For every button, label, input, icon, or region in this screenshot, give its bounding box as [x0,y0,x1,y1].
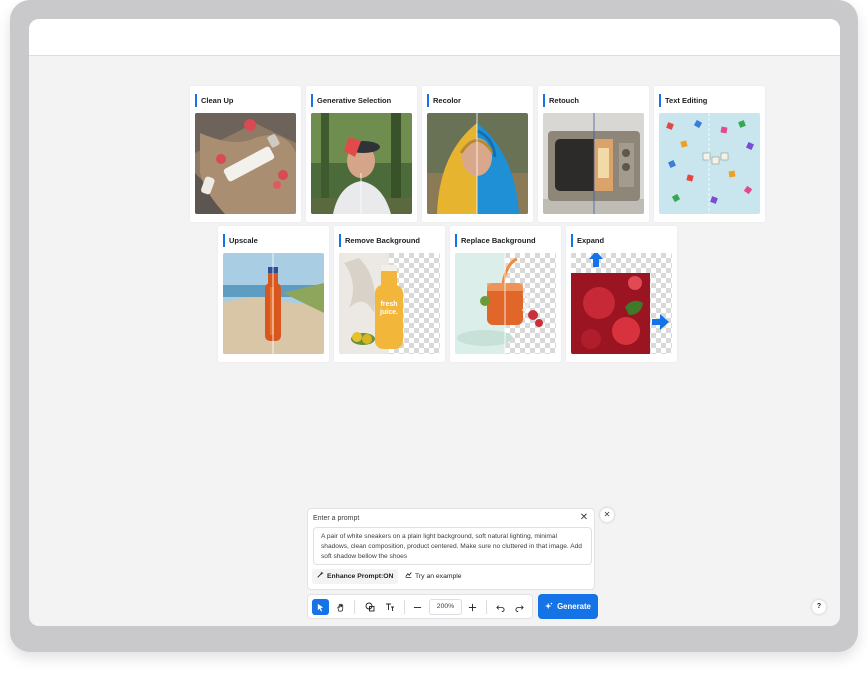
prompt-title: Enter a prompt [313,515,360,522]
card-label: Expand [571,234,604,247]
card-label: Clean Up [195,94,234,107]
card-label: Upscale [223,234,258,247]
feature-card-remove-background[interactable]: Remove Background fresh juice. [334,226,445,362]
card-label: Replace Background [455,234,536,247]
close-icon[interactable]: ✕ [578,512,590,524]
feature-card-expand[interactable]: Expand [566,226,677,362]
app-screen: Clean Up Generative Selection Recolor Re… [29,19,840,626]
card-label: Remove Background [339,234,420,247]
card-label: Recolor [427,94,461,107]
feature-card-upscale[interactable]: Upscale [218,226,329,362]
text-tool-icon[interactable] [381,599,398,615]
generative-selection-thumbnail [311,113,412,214]
magic-wand-icon [317,569,324,584]
pointer-icon[interactable] [312,599,329,615]
feature-card-text-editing[interactable]: Text Editing [654,86,765,222]
try-example-button[interactable]: Try an example [400,569,467,584]
enhance-prompt-label: Enhance Prompt:ON [327,573,394,580]
fresh-label-line2: juice. [380,309,398,316]
fresh-label-line1: fresh [380,301,398,308]
example-icon [405,569,412,584]
expand-thumbnail [571,253,672,354]
enhance-prompt-toggle[interactable]: Enhance Prompt:ON [312,569,399,584]
feature-card-generative-selection[interactable]: Generative Selection [306,86,417,222]
undo-icon[interactable] [492,599,509,615]
upscale-thumbnail [223,253,324,354]
text-editing-thumbnail [659,113,760,214]
canvas-toolbar: 200% [307,594,533,619]
card-label: Text Editing [659,94,707,107]
clean-up-thumbnail [195,113,296,214]
replace-background-thumbnail [455,253,556,354]
recolor-thumbnail [427,113,528,214]
generate-button[interactable]: Generate [538,594,598,619]
plus-icon[interactable] [464,599,481,615]
retouch-thumbnail [543,113,644,214]
minus-icon[interactable] [409,599,426,615]
help-button[interactable]: ? [812,600,826,614]
feature-card-retouch[interactable]: Retouch [538,86,649,222]
shapes-icon[interactable] [361,599,378,615]
generate-label: Generate [557,602,591,611]
feature-card-replace-background[interactable]: Replace Background [450,226,561,362]
close-icon[interactable]: ✕ [600,508,614,522]
prompt-panel: Enter a prompt ✕ A pair of white sneaker… [307,508,595,590]
prompt-input[interactable]: A pair of white sneakers on a plain ligh… [313,527,592,565]
feature-card-clean-up[interactable]: Clean Up [190,86,301,222]
zoom-level[interactable]: 200% [429,599,462,615]
card-label: Retouch [543,94,579,107]
feature-card-recolor[interactable]: Recolor [422,86,533,222]
try-example-label: Try an example [415,573,462,580]
redo-icon[interactable] [511,599,528,615]
remove-background-thumbnail: fresh juice. [339,253,440,354]
hand-icon[interactable] [332,599,349,615]
sparkle-icon [545,601,553,612]
top-bar [29,19,840,56]
card-label: Generative Selection [311,94,391,107]
